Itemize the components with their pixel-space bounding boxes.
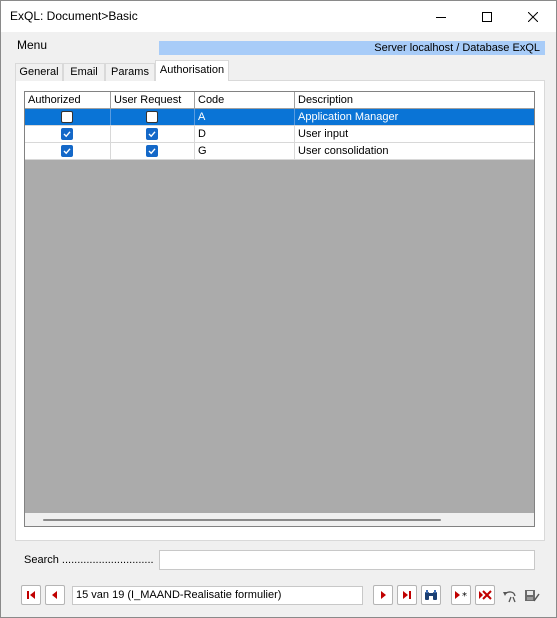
tab-params[interactable]: Params bbox=[105, 63, 155, 81]
table-row[interactable]: G User consolidation bbox=[25, 143, 534, 160]
undo-icon bbox=[503, 591, 516, 603]
delete-record-button[interactable] bbox=[475, 585, 495, 605]
authorized-checkbox[interactable] bbox=[61, 128, 73, 140]
delete-record-icon bbox=[479, 590, 492, 600]
first-record-button[interactable] bbox=[21, 585, 41, 605]
table-row[interactable]: A Application Manager bbox=[25, 109, 534, 126]
maximize-icon bbox=[482, 11, 492, 22]
table-row[interactable]: D User input bbox=[25, 126, 534, 143]
tab-email[interactable]: Email bbox=[63, 63, 105, 81]
code-cell: D bbox=[195, 126, 295, 142]
undo-button[interactable] bbox=[499, 585, 521, 607]
checkmark-icon bbox=[148, 131, 156, 138]
horizontal-scrollbar[interactable] bbox=[25, 513, 534, 526]
close-icon bbox=[528, 11, 538, 22]
authorized-checkbox[interactable] bbox=[61, 111, 73, 123]
next-record-button[interactable] bbox=[373, 585, 393, 605]
record-position-field[interactable]: 15 van 19 (I_MAAND-Realisatie formulier) bbox=[72, 586, 363, 605]
column-header-user-request[interactable]: User Request bbox=[111, 92, 195, 108]
description-cell: Application Manager bbox=[298, 111, 399, 123]
column-header-authorized[interactable]: Authorized bbox=[25, 92, 111, 108]
search-label: Search .............................. bbox=[24, 554, 154, 566]
authorisation-grid: Authorized User Request Code Description… bbox=[24, 91, 535, 527]
authorized-cell bbox=[25, 109, 111, 125]
column-header-description[interactable]: Description bbox=[295, 92, 534, 108]
user-request-cell bbox=[111, 109, 195, 125]
user-request-checkbox[interactable] bbox=[146, 111, 158, 123]
authorized-cell bbox=[25, 126, 111, 142]
search-input[interactable] bbox=[159, 550, 535, 570]
checkmark-icon bbox=[148, 148, 156, 155]
binoculars-icon bbox=[425, 590, 437, 600]
user-request-cell bbox=[111, 126, 195, 142]
new-record-icon: * bbox=[455, 591, 467, 600]
code-cell: A bbox=[195, 109, 295, 125]
user-request-checkbox[interactable] bbox=[146, 145, 158, 157]
checkmark-icon bbox=[63, 148, 71, 155]
code-cell: G bbox=[195, 143, 295, 159]
user-request-cell bbox=[111, 143, 195, 159]
authorized-cell bbox=[25, 143, 111, 159]
save-button[interactable] bbox=[521, 585, 543, 607]
search-binoculars-button[interactable] bbox=[421, 585, 441, 605]
scrollbar-thumb[interactable] bbox=[43, 519, 441, 521]
prev-record-button[interactable] bbox=[45, 585, 65, 605]
tab-general[interactable]: General bbox=[15, 63, 63, 81]
maximize-button[interactable] bbox=[464, 1, 510, 32]
next-record-icon bbox=[381, 591, 386, 599]
record-navigator: 15 van 19 (I_MAAND-Realisatie formulier)… bbox=[15, 581, 545, 611]
window-title: ExQL: Document>Basic bbox=[10, 9, 138, 23]
grid-header: Authorized User Request Code Description bbox=[25, 92, 534, 109]
checkmark-icon bbox=[63, 131, 71, 138]
last-record-button[interactable] bbox=[397, 585, 417, 605]
first-record-icon bbox=[27, 591, 35, 599]
svg-text:*: * bbox=[462, 591, 467, 600]
prev-record-icon bbox=[52, 591, 57, 599]
window: ExQL: Document>Basic Menu Server localho… bbox=[0, 0, 557, 618]
close-button[interactable] bbox=[510, 1, 556, 32]
save-icon bbox=[525, 590, 540, 602]
tab-authorisation[interactable]: Authorisation bbox=[155, 60, 229, 81]
user-request-checkbox[interactable] bbox=[146, 128, 158, 140]
description-cell: User input bbox=[298, 128, 349, 140]
description-cell: User consolidation bbox=[298, 145, 389, 157]
column-header-code[interactable]: Code bbox=[195, 92, 295, 108]
minimize-button[interactable] bbox=[418, 1, 464, 32]
menu[interactable]: Menu bbox=[17, 38, 47, 52]
title-bar: ExQL: Document>Basic bbox=[1, 1, 556, 32]
server-info-bar: Server localhost / Database ExQL bbox=[159, 41, 545, 55]
last-record-icon bbox=[403, 591, 411, 599]
new-record-button[interactable]: * bbox=[451, 585, 471, 605]
authorized-checkbox[interactable] bbox=[61, 145, 73, 157]
minimize-icon bbox=[436, 16, 446, 18]
